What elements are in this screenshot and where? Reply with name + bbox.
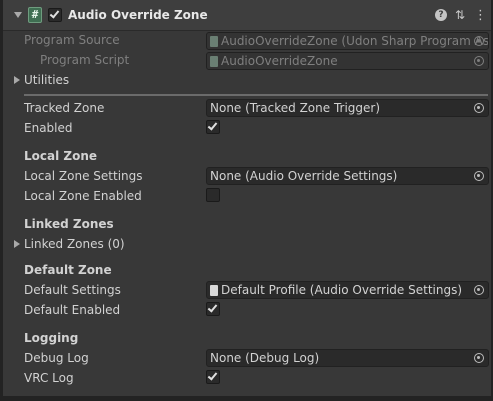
default-settings-field[interactable]: Default Profile (Audio Override Settings… <box>206 281 489 299</box>
section-divider <box>24 94 488 96</box>
foldout-expanded-icon[interactable] <box>14 12 22 18</box>
default-zone-heading: Default Zone <box>24 263 112 277</box>
vrc-log-label: VRC Log <box>24 371 74 385</box>
linked-zones-foldout-label[interactable]: Linked Zones (0) <box>24 237 125 251</box>
checkmark-icon <box>207 120 218 131</box>
debug-log-field[interactable]: None (Debug Log) <box>206 349 489 367</box>
default-settings-label: Default Settings <box>24 283 121 297</box>
inspector-left-border <box>0 0 3 401</box>
program-script-label: Program Script <box>40 53 130 67</box>
component-header[interactable]: # Audio Override Zone ? ⇅ ⋮ <box>3 0 491 31</box>
debug-log-value: None (Debug Log) <box>210 351 320 365</box>
checkmark-icon <box>207 302 218 313</box>
logging-heading: Logging <box>24 331 79 345</box>
inspector-bottom-border <box>0 396 493 401</box>
default-enabled-checkbox[interactable] <box>206 302 220 316</box>
checkmark-icon <box>207 370 218 381</box>
local-zone-settings-label: Local Zone Settings <box>24 169 143 183</box>
default-settings-value: Default Profile (Audio Override Settings… <box>221 283 463 297</box>
object-picker-icon[interactable] <box>474 353 484 363</box>
utilities-foldout-icon[interactable] <box>14 76 20 84</box>
object-picker-icon[interactable] <box>474 36 484 46</box>
local-zone-settings-field[interactable]: None (Audio Override Settings) <box>206 167 489 185</box>
component-title: Audio Override Zone <box>68 8 208 22</box>
settings-asset-icon <box>210 285 218 296</box>
tracked-zone-label: Tracked Zone <box>24 101 105 115</box>
vrc-log-checkbox[interactable] <box>206 370 220 384</box>
local-zone-enabled-label: Local Zone Enabled <box>24 189 142 203</box>
linked-zones-foldout-icon[interactable] <box>14 240 20 248</box>
script-asset-icon <box>210 56 218 67</box>
object-picker-icon[interactable] <box>474 103 484 113</box>
local-zone-enabled-checkbox[interactable] <box>206 188 220 202</box>
local-zone-heading: Local Zone <box>24 149 98 163</box>
program-script-field[interactable]: AudioOverrideZone <box>206 52 489 70</box>
object-picker-icon[interactable] <box>474 56 484 66</box>
debug-log-label: Debug Log <box>24 351 89 365</box>
tracked-zone-field[interactable]: None (Tracked Zone Trigger) <box>206 99 489 117</box>
checkmark-icon <box>49 8 60 19</box>
program-source-field[interactable]: AudioOverrideZone (Udon Sharp Program As <box>206 32 489 50</box>
linked-zones-heading: Linked Zones <box>24 217 114 231</box>
program-source-label: Program Source <box>24 33 120 47</box>
object-picker-icon[interactable] <box>474 285 484 295</box>
object-picker-icon[interactable] <box>474 171 484 181</box>
utilities-foldout-label[interactable]: Utilities <box>24 73 69 87</box>
enabled-checkbox[interactable] <box>206 120 220 134</box>
udon-program-asset-icon <box>210 36 218 47</box>
default-enabled-label: Default Enabled <box>24 303 121 317</box>
local-zone-settings-value: None (Audio Override Settings) <box>210 169 398 183</box>
program-script-value: AudioOverrideZone <box>221 54 338 68</box>
presets-icon[interactable]: ⇅ <box>455 8 465 22</box>
context-menu-icon[interactable]: ⋮ <box>474 8 487 23</box>
script-icon: # <box>28 7 42 23</box>
component-enabled-checkbox[interactable] <box>48 8 62 22</box>
enabled-label: Enabled <box>24 121 73 135</box>
help-icon[interactable]: ? <box>435 9 447 21</box>
tracked-zone-value: None (Tracked Zone Trigger) <box>210 101 381 115</box>
program-source-value: AudioOverrideZone (Udon Sharp Program As <box>221 34 489 48</box>
